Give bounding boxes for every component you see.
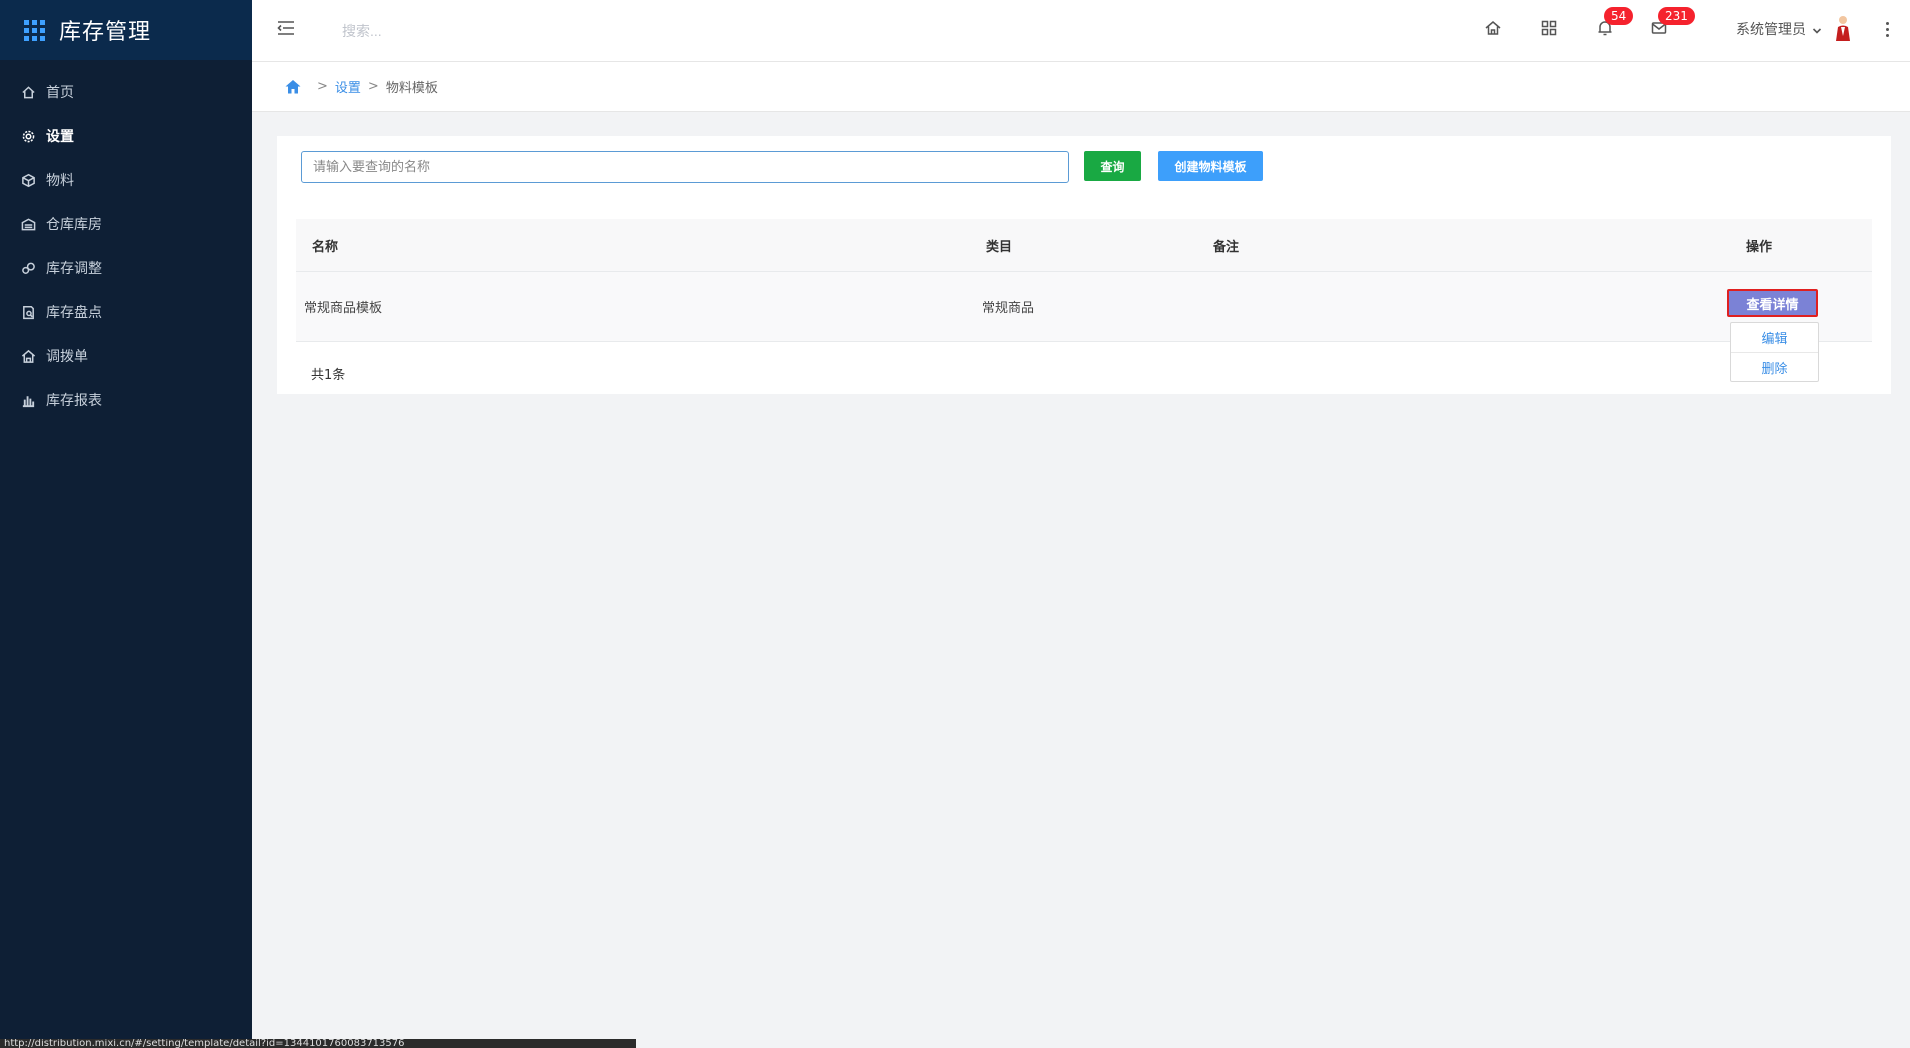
sidebar-item-label: 调拨单 — [46, 349, 88, 365]
apps-grid-icon — [24, 19, 45, 41]
brand[interactable]: 库存管理 — [0, 0, 252, 60]
user-menu[interactable]: 系统管理员 — [1736, 19, 1822, 39]
sidebar-item-stock-adjust[interactable]: 库存调整 — [0, 246, 252, 290]
sidebar-item-label: 物料 — [46, 173, 74, 189]
breadcrumb-settings-link[interactable]: 设置 — [335, 77, 361, 96]
name-query-input[interactable] — [301, 151, 1069, 183]
sidebar-item-label: 设置 — [46, 129, 74, 145]
sidebar-item-warehouse[interactable]: 仓库库房 — [0, 202, 252, 246]
browser-status-bar: http://distribution.mixi.cn/#/setting/te… — [0, 1039, 636, 1048]
table-header: 名称 类目 备注 操作 — [296, 219, 1872, 272]
query-button[interactable]: 查询 — [1084, 151, 1141, 181]
breadcrumb-separator: > — [317, 79, 328, 94]
gear-icon — [20, 128, 36, 144]
warehouse-icon — [20, 216, 36, 232]
sidebar-item-label: 库存调整 — [46, 261, 102, 277]
bell-icon[interactable]: 54 — [1596, 7, 1634, 39]
user-name: 系统管理员 — [1736, 22, 1806, 38]
column-header-actions: 操作 — [1746, 239, 1773, 255]
breadcrumb-home-icon[interactable] — [284, 78, 302, 96]
breadcrumb-separator: > — [367, 79, 379, 94]
template-table: 名称 类目 备注 操作 常规商品模板 常规商品 查看详情 编辑 删除 — [296, 219, 1872, 382]
column-header-note: 备注 — [1213, 239, 1240, 255]
edit-menu-item[interactable]: 编辑 — [1731, 323, 1818, 352]
column-header-category: 类目 — [986, 239, 1013, 255]
sidebar-item-home[interactable]: 首页 — [0, 70, 252, 114]
avatar[interactable] — [1832, 14, 1854, 42]
sidebar-item-label: 库存报表 — [46, 393, 102, 409]
more-options-icon[interactable] — [1880, 19, 1894, 39]
top-header: 54 231 系统管理员 — [252, 0, 1910, 62]
home-icon — [20, 84, 36, 100]
message-badge: 231 — [1658, 7, 1695, 25]
row-actions-dropdown: 编辑 删除 — [1730, 322, 1819, 382]
chevron-down-icon — [1812, 24, 1822, 34]
app-title: 库存管理 — [59, 20, 152, 45]
delete-menu-item[interactable]: 删除 — [1731, 352, 1818, 381]
sidebar-item-stock-report[interactable]: 库存报表 — [0, 378, 252, 422]
adjust-icon — [20, 260, 36, 276]
message-icon[interactable]: 231 — [1650, 7, 1695, 39]
breadcrumb: > 设置 > 物料模板 — [252, 62, 1910, 112]
bar-chart-icon — [20, 392, 36, 408]
notification-badge: 54 — [1604, 7, 1634, 25]
collapse-menu-icon[interactable] — [276, 18, 296, 38]
sidebar-item-materials[interactable]: 物料 — [0, 158, 252, 202]
sidebar-item-label: 首页 — [46, 85, 74, 101]
sidebar-item-transfer[interactable]: 调拨单 — [0, 334, 252, 378]
sidebar-item-settings[interactable]: 设置 — [0, 114, 252, 158]
cell-name: 常规商品模板 — [304, 301, 383, 316]
sidebar-item-label: 仓库库房 — [46, 217, 102, 233]
apps-icon[interactable] — [1540, 19, 1560, 39]
sidebar-menu: 首页 设置 物料 仓库库房 库存调整 库存盘点 调拨单 库存报表 — [0, 70, 252, 422]
create-template-button[interactable]: 创建物料模板 — [1158, 151, 1263, 181]
inventory-check-icon — [20, 304, 36, 320]
column-header-name: 名称 — [312, 239, 339, 255]
table-row: 常规商品模板 常规商品 查看详情 编辑 删除 — [296, 272, 1872, 382]
sidebar-item-stock-check[interactable]: 库存盘点 — [0, 290, 252, 334]
home-shortcut-icon[interactable] — [1484, 19, 1504, 39]
sidebar: 库存管理 首页 设置 物料 仓库库房 库存调整 库存盘点 调拨单 库存报表 — [0, 0, 252, 1048]
cube-icon — [20, 172, 36, 188]
sidebar-item-label: 库存盘点 — [46, 305, 102, 321]
cell-category: 常规商品 — [982, 301, 1035, 316]
template-list-card: 查询 创建物料模板 名称 类目 备注 操作 常规商品模板 常规商品 查看详情 编… — [277, 136, 1891, 394]
transfer-icon — [20, 348, 36, 364]
header-search-input[interactable] — [342, 18, 602, 44]
view-detail-button[interactable]: 查看详情 — [1727, 289, 1818, 317]
breadcrumb-current: 物料模板 — [385, 81, 438, 96]
pagination-total: 共1条 — [311, 368, 346, 383]
